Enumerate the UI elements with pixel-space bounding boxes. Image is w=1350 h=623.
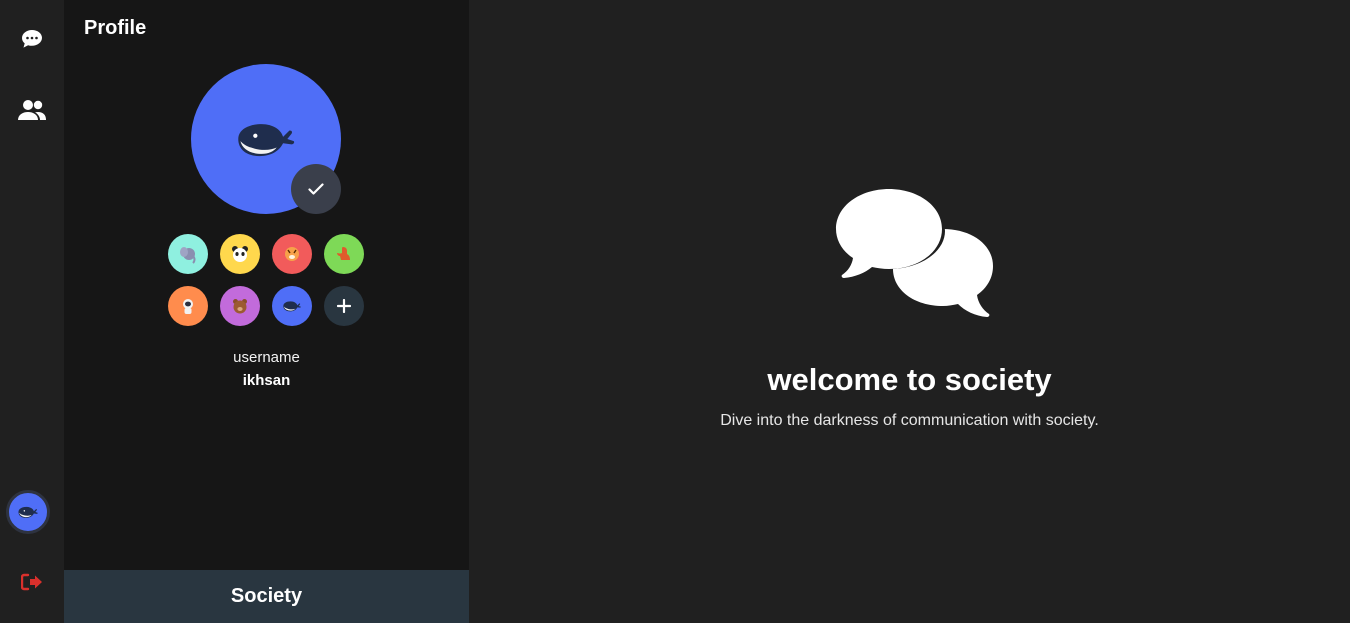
- avatar-option-panda[interactable]: [220, 234, 260, 274]
- brand-name: Society: [230, 585, 303, 607]
- logout-button[interactable]: [12, 562, 52, 602]
- add-avatar-button[interactable]: [324, 286, 364, 326]
- avatar-option-dinosaur[interactable]: [324, 234, 364, 274]
- dinosaur-icon: [337, 247, 350, 260]
- whale-icon: [238, 124, 295, 157]
- friends-nav-button[interactable]: [12, 90, 52, 130]
- chat-bubble-icon: [22, 30, 42, 48]
- users-icon: [18, 100, 46, 120]
- profile-panel: Profile username ikhsan Society: [64, 0, 469, 623]
- confirm-avatar-button[interactable]: [291, 164, 341, 214]
- chats-nav-button[interactable]: [12, 19, 52, 59]
- avatar-option-astronaut[interactable]: [168, 286, 208, 326]
- welcome-area: welcome to society Dive into the darknes…: [469, 0, 1350, 623]
- avatar-option-tiger[interactable]: [272, 234, 312, 274]
- astronaut-icon: [183, 299, 193, 314]
- checkmark-icon: [308, 183, 324, 195]
- bear-icon: [233, 299, 247, 314]
- whale-icon: [283, 301, 301, 312]
- welcome-title: welcome to society: [767, 362, 1052, 397]
- whale-icon: [18, 506, 38, 518]
- panda-icon: [232, 246, 248, 262]
- username-value: ikhsan: [242, 372, 291, 389]
- avatar-option-elephant[interactable]: [168, 234, 208, 274]
- avatar-option-bear[interactable]: [220, 286, 260, 326]
- brand-footer: Society: [64, 570, 469, 623]
- avatar-options-grid: [168, 234, 364, 326]
- current-user-avatar-button[interactable]: [6, 490, 50, 534]
- tiger-icon: [285, 247, 299, 261]
- username-label: username: [233, 349, 300, 366]
- elephant-icon: [180, 247, 196, 264]
- panel-title: Profile: [84, 17, 147, 39]
- avatar-option-whale[interactable]: [272, 286, 312, 326]
- icon-rail: [0, 0, 64, 623]
- logout-icon: [21, 573, 42, 591]
- chat-bubbles-icon: [833, 189, 993, 317]
- welcome-subtitle: Dive into the darkness of communication …: [720, 412, 1099, 429]
- app-root: Profile username ikhsan Society welcome …: [0, 0, 1350, 623]
- username-block: username ikhsan: [64, 349, 469, 389]
- plus-icon: [337, 299, 351, 313]
